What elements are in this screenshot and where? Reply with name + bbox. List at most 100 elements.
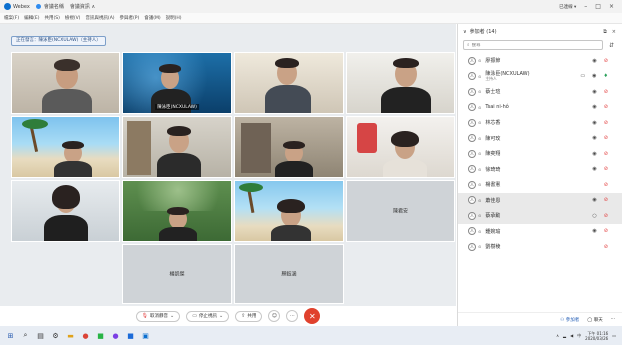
file-explorer-icon[interactable]: ▬ [66, 331, 75, 340]
participant-row[interactable]: 人 ⊙ Tsai ni-hô ◉ ⊘ [458, 100, 622, 116]
share-label: 共用 [247, 314, 257, 319]
close-window-button[interactable]: × [609, 3, 614, 10]
menu-participant[interactable]: 參與者(P) [120, 15, 140, 21]
participant-search[interactable]: ⌕ [463, 40, 603, 50]
notification-icon[interactable]: ▭ [612, 333, 616, 338]
video-on-icon: ◉ [592, 135, 597, 142]
chevron-down-icon[interactable]: ⌄ [170, 313, 174, 319]
participant-row[interactable]: 人 ⊙ 廖振節 ◉ ⊘ [458, 53, 622, 69]
windows-start-icon[interactable]: ⊞ [6, 331, 15, 340]
meeting-status-icon [35, 4, 41, 9]
messenger-icon[interactable]: ● [111, 331, 120, 340]
video-on-icon: ◉ [592, 88, 597, 95]
app-name: Webex [13, 3, 30, 10]
search-icon[interactable]: ⌕ [21, 331, 30, 340]
collapse-icon[interactable]: ∨ [463, 29, 467, 35]
participant-row[interactable]: 人 ⊙ 劉樹稜 ⊘ [458, 239, 622, 255]
stop-video-button[interactable]: ▭ 停止視訊 ⌄ [186, 310, 230, 322]
stop-video-label: 停止視訊 [198, 314, 217, 319]
leave-meeting-button[interactable]: ✕ [304, 308, 321, 324]
menu-file[interactable]: 檔案(F) [4, 15, 19, 21]
participant-name-wrap: 蕭佳恩 [481, 197, 500, 204]
participant-name-wrap: Tsai ni-hô [481, 104, 508, 110]
participant-name-wrap: 陳泳臣(NCXULAW) 主持人 [481, 70, 529, 82]
video-tile-15[interactable]: 顏鈺涵 [234, 244, 344, 304]
participant-name: 蔡士瑄 [485, 89, 501, 96]
participant-name-wrap: 鍾婉瑜 [481, 228, 500, 235]
task-view-icon[interactable]: ▤ [36, 331, 45, 340]
participant-row[interactable]: 人 ⊙ 陳可玫 ◉ ⊘ [458, 131, 622, 147]
video-tile-5[interactable] [11, 116, 120, 178]
participant-row[interactable]: 人 ⊙ 蔡士瑄 ◉ ⊘ [458, 84, 622, 100]
connection-status[interactable]: 已連線 ▾ [559, 4, 576, 10]
participant-name: 楊書憲 [485, 182, 501, 189]
mic-muted-icon: ⊘ [603, 135, 608, 142]
video-tile-12[interactable]: 陳君安 [346, 180, 455, 242]
mic-muted-icon: 🎙 [141, 313, 148, 319]
video-tile-8[interactable] [346, 116, 455, 178]
webex-taskbar-icon[interactable]: ▣ [141, 331, 150, 340]
avatar-icon: 人 [468, 87, 476, 96]
participant-row[interactable]: 人 ⊙ 陳奕翔 ◉ ⊘ [458, 146, 622, 162]
smiley-icon: ☺ [271, 313, 277, 319]
video-tile-4[interactable] [346, 52, 455, 114]
reactions-button[interactable]: ☺ [268, 310, 281, 322]
video-tile-2[interactable]: 陳泳臣(NCXULAW) [122, 52, 232, 114]
video-tile-9[interactable] [11, 180, 120, 242]
mic-muted-icon: ⊘ [603, 181, 608, 188]
participant-name: 楊凱傑 [169, 271, 185, 278]
participant-row[interactable]: 人 ⊙ 楊書憲 ⊘ [458, 177, 622, 193]
video-on-icon: ◉ [592, 197, 597, 204]
close-icon[interactable]: × [612, 29, 616, 35]
video-tile-1[interactable] [11, 52, 120, 114]
meeting-info-button[interactable]: 會議資訊 ∧ [70, 3, 95, 10]
menu-meeting[interactable]: 會議(M) [144, 15, 160, 21]
chrome-icon[interactable]: ● [81, 331, 90, 340]
sort-icon[interactable]: ⇵ [609, 42, 614, 49]
participant-row[interactable]: 人 ⊙ 陳泳臣(NCXULAW) 主持人 ▭ ◉ ♦ [458, 69, 622, 85]
participant-row[interactable]: 人 ⊙ 蕭佳恩 ◉ ⊘ [458, 192, 622, 208]
network-icon[interactable]: ▂ [563, 333, 566, 338]
participant-row[interactable]: 人 ⊙ 徐琦琦 ◉ ⊘ [458, 162, 622, 178]
language-icon[interactable]: 中 [577, 333, 581, 339]
popout-icon[interactable]: ⧉ [603, 29, 607, 35]
more-options-button[interactable]: ··· [286, 310, 299, 322]
unmute-button[interactable]: 🎙 取消靜音 ⌄ [135, 310, 181, 322]
menu-edit[interactable]: 編輯(E) [24, 15, 39, 21]
settings-icon[interactable]: ⚙ [51, 331, 60, 340]
participant-name-wrap: 徐琦琦 [481, 166, 500, 173]
participant-row[interactable]: 人 ⊙ 蔡承勳 ○ ⊘ [458, 208, 622, 224]
menu-help[interactable]: 說明(H) [166, 15, 182, 21]
maximize-button[interactable]: □ [595, 3, 601, 10]
menu-share[interactable]: 共用(S) [44, 15, 59, 21]
video-tile-14[interactable]: 楊凱傑 [122, 244, 232, 304]
chevron-down-icon[interactable]: ⌄ [219, 313, 223, 319]
line-app-icon[interactable]: ■ [96, 331, 105, 340]
menu-audio-video[interactable]: 音訊與視訊(A) [85, 15, 114, 21]
video-tile-11[interactable] [234, 180, 344, 242]
mic-muted-icon: ⊘ [603, 212, 608, 219]
participant-row[interactable]: 人 ⊙ 林芯香 ◉ ⊘ [458, 115, 622, 131]
minimize-button[interactable]: – [584, 3, 587, 10]
more-icon[interactable]: ··· [611, 317, 615, 322]
active-speaker-label: 正在發言：陳泳臣(NCXULAW)（主持人） [11, 36, 106, 46]
participants-tab[interactable]: ⚇ 參加者 [560, 317, 579, 323]
windows-taskbar: ⊞ ⌕ ▤ ⚙ ▬ ● ■ ● ■ ▣ ∧ ▂ ◀ 中 下午 01:16 202… [0, 326, 622, 345]
chat-tab[interactable]: ◯ 聊天 [587, 317, 602, 323]
video-tile-3[interactable] [234, 52, 344, 114]
search-input[interactable] [471, 42, 592, 48]
participant-row[interactable]: 人 ⊙ 鍾婉瑜 ◉ ⊘ [458, 224, 622, 240]
mic-muted-icon: ⊘ [603, 243, 608, 250]
menu-view[interactable]: 檢視(V) [65, 15, 81, 21]
video-tile-10[interactable] [122, 180, 232, 242]
share-button[interactable]: ⇪ 共用 [235, 310, 263, 322]
tray-up-icon[interactable]: ∧ [556, 333, 559, 338]
video-tile-6[interactable] [122, 116, 232, 178]
participant-name: 陳奕翔 [485, 151, 501, 158]
app-icon[interactable]: ■ [126, 331, 135, 340]
camera-icon: ▭ [192, 313, 197, 319]
video-tile-7[interactable] [234, 116, 344, 178]
volume-icon[interactable]: ◀ [570, 333, 573, 338]
clock[interactable]: 下午 01:16 2020/03/26 [585, 331, 608, 341]
mic-muted-icon: ⊘ [603, 197, 608, 204]
